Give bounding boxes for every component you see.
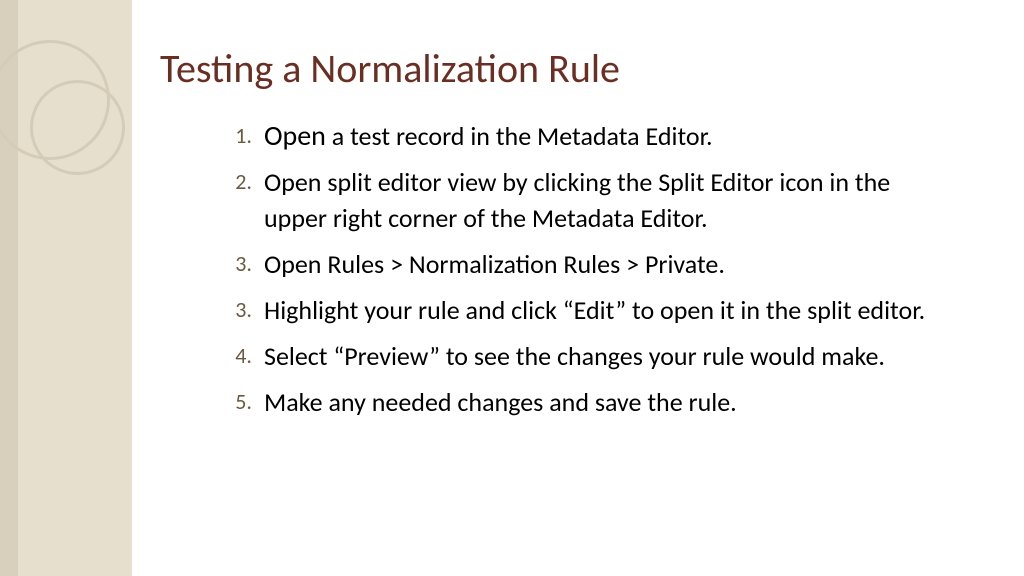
- slide-title: Testing a Normalization Rule: [160, 44, 620, 93]
- list-text: Open a test record in the Metadata Edito…: [264, 118, 713, 154]
- list-number: 3.: [230, 292, 264, 328]
- list-item: 5. Make any needed changes and save the …: [230, 384, 940, 420]
- list-number: 1.: [230, 118, 264, 154]
- list-number: 2.: [230, 164, 264, 200]
- side-decoration-band: [0, 0, 132, 576]
- list-item: 2. Open split editor view by clicking th…: [230, 164, 940, 236]
- list-item: 4. Select “Preview” to see the changes y…: [230, 338, 940, 374]
- list-text: Open Rules > Normalization Rules > Priva…: [264, 246, 725, 282]
- list-text: Open split editor view by clicking the S…: [264, 164, 940, 236]
- list-item: 1. Open a test record in the Metadata Ed…: [230, 118, 940, 154]
- list-item: 3. Open Rules > Normalization Rules > Pr…: [230, 246, 940, 282]
- list-item: 3. Highlight your rule and click “Edit” …: [230, 292, 940, 328]
- list-text: Make any needed changes and save the rul…: [264, 384, 737, 420]
- list-number: 5.: [230, 384, 264, 420]
- list-text: Select “Preview” to see the changes your…: [264, 338, 885, 374]
- list-text: Highlight your rule and click “Edit” to …: [264, 292, 925, 328]
- ring-decoration-inner: [30, 80, 125, 175]
- list-number: 4.: [230, 338, 264, 374]
- list-number: 3.: [230, 246, 264, 282]
- numbered-list: 1. Open a test record in the Metadata Ed…: [230, 118, 940, 430]
